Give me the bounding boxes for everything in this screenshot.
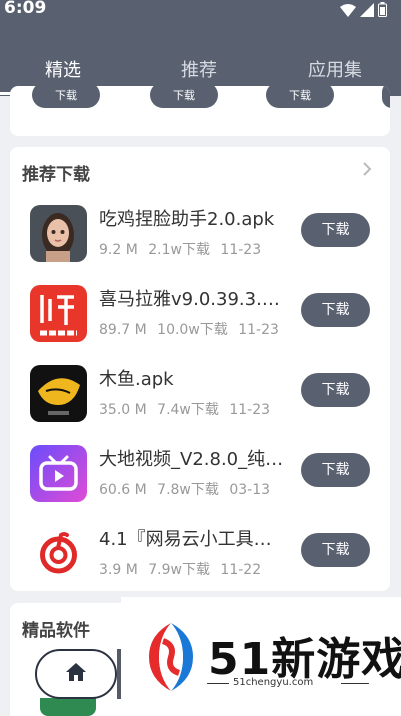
ximalaya-icon	[30, 285, 87, 342]
list-item[interactable]: 吃鸡捏脸助手2.0.apk 9.2 M 2.1w下载 11-23 下载	[10, 201, 390, 265]
app-meta: 35.0 M 7.4w下载 11-23	[99, 399, 276, 419]
app-downloads: 7.8w下载	[157, 482, 219, 498]
app-date: 11-23	[238, 322, 279, 338]
download-button[interactable]: 下载	[150, 86, 218, 108]
status-bar: 6:09	[0, 0, 401, 24]
download-button[interactable]: 下载	[301, 373, 370, 407]
app-meta: 9.2 M 2.1w下载 11-23	[99, 239, 267, 259]
netease-music-icon	[30, 525, 87, 582]
status-icons	[340, 2, 387, 21]
app-size: 35.0 M	[99, 402, 147, 418]
tv-video-icon	[30, 445, 87, 502]
app-header: 6:09 精选 推荐 应用集	[0, 0, 401, 96]
watermark: 51新游戏 51chengyu.com	[121, 597, 401, 716]
app-name: 喜马拉雅v9.0.39.3.apk	[99, 289, 284, 310]
signal-icon	[360, 2, 374, 21]
download-button[interactable]: 下载	[301, 293, 370, 327]
app-date: 03-13	[229, 482, 271, 498]
app-date: 11-23	[220, 242, 262, 258]
app-icon-peek	[40, 698, 96, 716]
app-name: 木鱼.apk	[99, 369, 174, 390]
home-button[interactable]	[35, 649, 117, 699]
previous-section-card: 下载 下载 下载	[10, 86, 390, 136]
recommended-downloads-card: 推荐下载 吃鸡捏脸助手2.0.apk 9.2 M 2.1w下载 11-23 下载	[10, 147, 390, 591]
download-button[interactable]: 下载	[266, 86, 334, 108]
app-date: 11-23	[229, 402, 271, 418]
girl-avatar-icon	[30, 205, 87, 262]
app-name: 4.1『网易云小工具』.apk	[99, 529, 284, 550]
app-size: 89.7 M	[99, 322, 147, 338]
app-downloads: 10.0w下载	[157, 322, 228, 338]
home-icon	[65, 662, 87, 686]
tab-featured[interactable]: 精选	[45, 56, 81, 82]
divider	[341, 683, 369, 684]
download-button[interactable]	[382, 86, 390, 108]
download-button[interactable]: 下载	[32, 86, 100, 108]
app-name: 大地视频_V2.8.0_纯净版.apk	[99, 449, 284, 470]
wifi-icon	[340, 2, 356, 21]
tab-recommend[interactable]: 推荐	[181, 56, 217, 82]
app-size: 9.2 M	[99, 242, 138, 258]
battery-icon	[378, 2, 387, 21]
section-title: 精品软件	[22, 621, 90, 641]
app-downloads: 7.9w下载	[148, 562, 210, 578]
download-button[interactable]: 下载	[301, 213, 370, 247]
app-downloads: 7.4w下载	[157, 402, 219, 418]
wooden-fish-icon	[30, 365, 87, 422]
list-item[interactable]: 木鱼.apk 35.0 M 7.4w下载 11-23 下载	[10, 361, 390, 425]
watermark-logo-icon	[143, 621, 199, 697]
chevron-right-icon[interactable]	[362, 161, 372, 181]
status-time: 6:09	[4, 0, 47, 18]
list-item[interactable]: 喜马拉雅v9.0.39.3.apk 89.7 M 10.0w下载 11-23 下…	[10, 281, 390, 345]
download-button[interactable]: 下载	[301, 453, 370, 487]
divider	[207, 683, 229, 684]
download-button[interactable]: 下载	[301, 533, 370, 567]
app-meta: 89.7 M 10.0w下载 11-23	[99, 319, 285, 339]
app-size: 3.9 M	[99, 562, 138, 578]
watermark-url: 51chengyu.com	[233, 677, 314, 688]
app-meta: 3.9 M 7.9w下载 11-22	[99, 559, 267, 579]
app-size: 60.6 M	[99, 482, 147, 498]
app-downloads: 2.1w下载	[148, 242, 210, 258]
list-item[interactable]: 4.1『网易云小工具』.apk 3.9 M 7.9w下载 11-22 下载	[10, 521, 390, 585]
section-title: 推荐下载	[22, 165, 90, 185]
app-meta: 60.6 M 7.8w下载 03-13	[99, 479, 276, 499]
app-date: 11-22	[220, 562, 262, 578]
app-name: 吃鸡捏脸助手2.0.apk	[99, 209, 275, 230]
tab-app-collection[interactable]: 应用集	[308, 56, 362, 82]
list-item[interactable]: 大地视频_V2.8.0_纯净版.apk 60.6 M 7.8w下载 03-13 …	[10, 441, 390, 505]
